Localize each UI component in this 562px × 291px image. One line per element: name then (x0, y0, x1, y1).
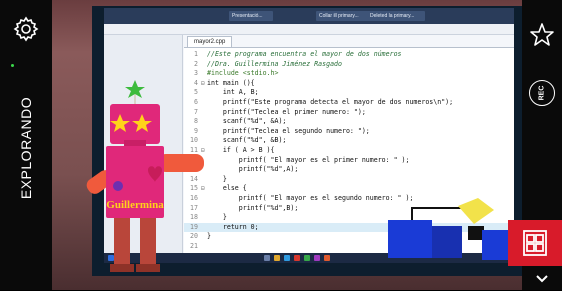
taskbar-icon (304, 255, 310, 261)
code-line[interactable]: 6 printf("Este programa detecta el mayor… (184, 98, 514, 107)
window-tab-3: Deleted la primary... (367, 11, 425, 21)
line-number: 2 (194, 59, 198, 68)
camera-view: Presentació... Collar ill primary... Del… (52, 0, 522, 290)
code-text: printf("Este programa detecta el mayor d… (207, 98, 454, 106)
ide-menubar (104, 24, 514, 35)
code-line[interactable]: 11 ⊟ if ( A > B ){ (184, 146, 514, 155)
black-block (468, 226, 484, 240)
taskbar-icon (264, 255, 270, 261)
code-line[interactable]: 14 } (184, 175, 514, 184)
code-line[interactable]: 13 printf("%d",A); (184, 165, 514, 174)
code-text: printf( "El mayor es el primer numero: "… (207, 155, 410, 164)
taskbar-icon (314, 255, 320, 261)
taskbar-icon (294, 255, 300, 261)
code-line[interactable]: 3 #include <stdio.h> (184, 69, 514, 78)
robot-leg-right (140, 218, 156, 268)
code-line[interactable]: 4 ⊟ int main (){ (184, 79, 514, 88)
code-line[interactable]: 5 int A, B; (184, 88, 514, 97)
line-number: 3 (194, 69, 198, 78)
robot-arm-right (158, 154, 204, 172)
code-line[interactable]: 9 printf("Teclea el segundo numero: "); (184, 127, 514, 136)
robot-leg-left (114, 218, 130, 268)
favorite-button[interactable] (529, 22, 555, 48)
right-hud-panel: REC (508, 0, 562, 290)
ar-blocks[interactable] (382, 196, 522, 266)
code-text: //Este programa encuentra el mayor de do… (207, 50, 402, 58)
code-line[interactable]: 7 printf("Teclea el primer numero: "); (184, 108, 514, 117)
code-text: #include <stdio.h> (207, 69, 279, 78)
star-icon (530, 23, 554, 46)
left-hud-panel: EXPLORANDO (0, 0, 52, 290)
window-titlebar: Presentació... Collar ill primary... Del… (104, 8, 514, 24)
code-text: //Dra. Guillermina Jiménez Rasgado (207, 59, 342, 68)
rec-icon: REC (538, 85, 546, 101)
taskbar-icon (324, 255, 330, 261)
status-dot (11, 64, 14, 67)
code-line[interactable]: 12 printf( "El mayor es el primer numero… (184, 156, 514, 165)
code-line[interactable]: 1 //Este programa encuentra el mayor de d… (184, 50, 514, 59)
window-tab-2: Collar ill primary... (316, 11, 370, 21)
blue-block (388, 220, 432, 258)
gear-icon (13, 16, 39, 42)
window-tab-1: Presentació... (229, 11, 273, 21)
blocks-menu-button[interactable] (508, 220, 562, 266)
blue-block (432, 226, 462, 258)
code-text: printf("Teclea el segundo numero: "); (207, 126, 370, 135)
ar-robot[interactable]: Guillermina (74, 78, 224, 278)
settings-button[interactable] (13, 16, 39, 42)
taskbar-icon (284, 255, 290, 261)
yellow-block (458, 198, 494, 224)
line-number: 1 (194, 50, 198, 58)
code-line[interactable]: 10 scanf("%d", &B); (184, 136, 514, 145)
robot-badge (113, 181, 123, 191)
robot-foot (136, 264, 160, 272)
mode-label: EXPLORANDO (18, 96, 34, 200)
collapse-button[interactable] (532, 272, 552, 286)
code-line[interactable]: 8 scanf("%d", &A); (184, 117, 514, 126)
code-line[interactable]: 2 //Dra. Guillermina Jiménez Rasgado (184, 60, 514, 69)
chevron-down-icon (536, 275, 548, 283)
robot-name-label: Guillermina (106, 199, 164, 211)
taskbar-icon (274, 255, 280, 261)
code-text: printf("Teclea el primer numero: "); (207, 107, 366, 116)
record-button[interactable]: REC (529, 80, 555, 106)
robot-foot (110, 264, 134, 272)
code-line[interactable]: 15 ⊟ else { (184, 184, 514, 193)
blocks-icon (523, 230, 547, 256)
